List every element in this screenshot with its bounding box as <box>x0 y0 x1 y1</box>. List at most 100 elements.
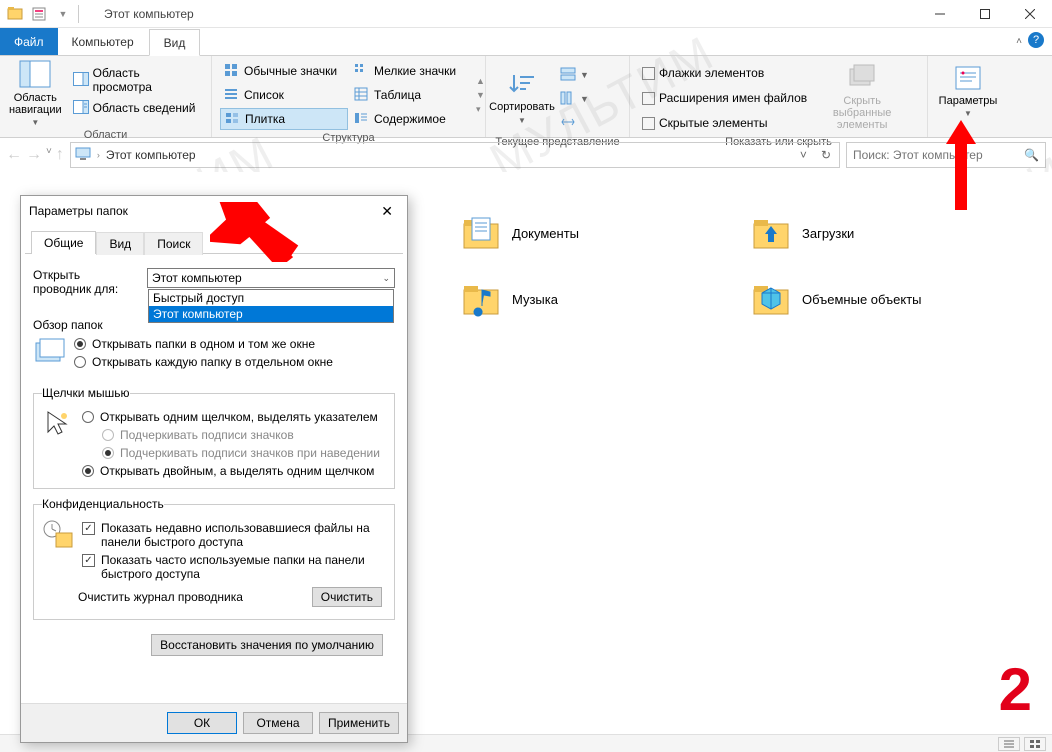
layout-tiles[interactable]: Плитка <box>220 108 348 130</box>
checkbox-icon <box>82 522 95 535</box>
options-label: Параметры <box>939 95 998 107</box>
sort-button[interactable]: Сортировать ▼ <box>494 60 550 134</box>
close-icon[interactable]: ✕ <box>375 201 399 222</box>
address-bar[interactable]: › Этот компьютер ˅ ↻ <box>70 142 840 168</box>
hidden-items-toggle[interactable]: Скрытые элементы <box>638 112 811 134</box>
chevron-down-icon: ▼ <box>31 118 39 127</box>
tab-general[interactable]: Общие <box>31 231 96 254</box>
ribbon-collapse-icon[interactable]: ˄ <box>1016 36 1022 47</box>
checkbox-show-recent[interactable]: Показать недавно использовавшиеся файлы … <box>82 519 386 551</box>
forward-button[interactable]: → <box>26 146 42 164</box>
checkbox-show-frequent[interactable]: Показать часто используемые папки на пан… <box>82 551 386 583</box>
recent-locations[interactable]: ˅ <box>46 146 52 164</box>
search-box[interactable]: 🔍 <box>846 142 1046 168</box>
minimize-button[interactable] <box>917 0 962 28</box>
size-columns-button[interactable] <box>556 112 593 134</box>
preview-pane-label: Область просмотра <box>93 66 199 94</box>
layout-scroll-down[interactable]: ▼ <box>476 90 485 100</box>
radio-icon <box>82 411 94 423</box>
navigation-pane-label: Область навигации <box>8 92 63 116</box>
folder-3d-objects[interactable]: Объемные объекты <box>750 278 1000 320</box>
back-button[interactable]: ← <box>6 146 22 164</box>
layout-list[interactable]: Список <box>220 84 348 106</box>
panes-group-label: Области <box>8 127 203 141</box>
qat-properties-icon[interactable] <box>30 5 48 23</box>
radio-double-click[interactable]: Открывать двойным, а выделять одним щелч… <box>82 462 386 480</box>
maximize-button[interactable] <box>962 0 1007 28</box>
radio-underline-always: Подчеркивать подписи значков <box>82 426 386 444</box>
window-title: Этот компьютер <box>104 7 194 21</box>
qat-dropdown-icon[interactable]: ▼ <box>54 5 72 23</box>
titlebar: ▼ Этот компьютер <box>0 0 1052 28</box>
chevron-down-icon: ▼ <box>518 116 526 125</box>
ok-button[interactable]: ОК <box>167 712 237 734</box>
layout-normal-icons[interactable]: Обычные значки <box>220 60 348 82</box>
layout-scroll-up[interactable]: ▲ <box>476 76 485 86</box>
chevron-down-icon: ▼ <box>580 94 589 104</box>
tab-view[interactable]: Вид <box>96 232 144 255</box>
qat-divider <box>78 5 96 23</box>
radio-icon <box>82 465 94 477</box>
icons-view-button[interactable] <box>1024 737 1046 751</box>
clear-history-label: Очистить журнал проводника <box>78 590 292 604</box>
layout-content[interactable]: Содержимое <box>350 108 470 130</box>
item-checkboxes-toggle[interactable]: Флажки элементов <box>638 62 811 84</box>
group-by-button[interactable]: ▼ <box>556 64 593 86</box>
computer-tab[interactable]: Компьютер <box>58 28 149 55</box>
details-view-button[interactable] <box>998 737 1020 751</box>
file-extensions-toggle[interactable]: Расширения имен файлов <box>638 87 811 109</box>
tab-search[interactable]: Поиск <box>144 232 203 255</box>
folder-music[interactable]: Музыка <box>460 278 710 320</box>
radio-single-click[interactable]: Открывать одним щелчком, выделять указат… <box>82 408 386 426</box>
radio-icon <box>74 338 86 350</box>
folder-documents[interactable]: Документы <box>460 212 710 254</box>
file-tab[interactable]: Файл <box>0 28 58 55</box>
checkbox-icon <box>642 92 655 105</box>
checkbox-icon <box>642 117 655 130</box>
chevron-down-icon: ▼ <box>580 70 589 80</box>
chevron-down-icon: ⌄ <box>382 273 390 284</box>
layout-small-icons[interactable]: Мелкие значки <box>350 60 470 82</box>
details-pane-button[interactable]: Область сведений <box>69 97 203 119</box>
combo-option-this-pc[interactable]: Этот компьютер <box>149 306 393 322</box>
add-columns-button[interactable]: ▼ <box>556 88 593 110</box>
dialog-title: Параметры папок <box>29 204 375 218</box>
help-icon[interactable]: ? <box>1028 32 1044 48</box>
checkbox-icon <box>642 67 655 80</box>
refresh-button[interactable]: ↻ <box>817 148 835 162</box>
explorer-icon <box>6 5 24 23</box>
radio-new-window[interactable]: Открывать каждую папку в отдельном окне <box>74 353 394 371</box>
restore-defaults-button[interactable]: Восстановить значения по умолчанию <box>151 634 383 656</box>
search-icon[interactable]: 🔍 <box>1024 148 1039 162</box>
chevron-right-icon[interactable]: › <box>97 150 100 160</box>
clear-button[interactable]: Очистить <box>312 587 382 607</box>
click-items-label: Щелчки мышью <box>42 386 130 400</box>
combo-option-quick-access[interactable]: Быстрый доступ <box>149 290 393 306</box>
view-tab[interactable]: Вид <box>149 29 201 56</box>
folder-options-dialog: Параметры папок ✕ Общие Вид Поиск Открыт… <box>20 195 408 743</box>
options-button[interactable]: Параметры ▼ <box>936 60 1000 121</box>
hide-selected-button: Скрыть выбранные элементы <box>817 60 907 134</box>
up-button[interactable]: ↑ <box>56 146 64 164</box>
layout-expand[interactable]: ▾ <box>476 104 485 115</box>
folder-downloads[interactable]: Загрузки <box>750 212 1000 254</box>
address-dropdown[interactable]: ˅ <box>796 148 811 162</box>
open-explorer-for-dropdown: Быстрый доступ Этот компьютер <box>148 289 394 323</box>
cancel-button[interactable]: Отмена <box>243 712 313 734</box>
open-explorer-for-combo[interactable]: Этот компьютер ⌄ Быстрый доступ Этот ком… <box>147 268 395 288</box>
radio-same-window[interactable]: Открывать папки в одном и том же окне <box>74 335 394 353</box>
breadcrumb-root[interactable]: Этот компьютер <box>106 148 196 162</box>
details-pane-label: Область сведений <box>93 101 196 115</box>
navigation-pane-button[interactable]: Область навигации ▼ <box>8 60 63 127</box>
pc-icon <box>75 147 91 164</box>
open-explorer-for-label: Открыть проводник для: <box>33 268 139 296</box>
radio-icon <box>102 429 114 441</box>
annotation-step-number: 2 <box>999 655 1032 724</box>
search-input[interactable] <box>853 148 1024 162</box>
close-button[interactable] <box>1007 0 1052 28</box>
checkbox-icon <box>82 554 95 567</box>
layout-table[interactable]: Таблица <box>350 84 470 106</box>
ribbon: Область навигации ▼ Область просмотра Об… <box>0 56 1052 138</box>
preview-pane-button[interactable]: Область просмотра <box>69 69 203 91</box>
apply-button[interactable]: Применить <box>319 712 399 734</box>
